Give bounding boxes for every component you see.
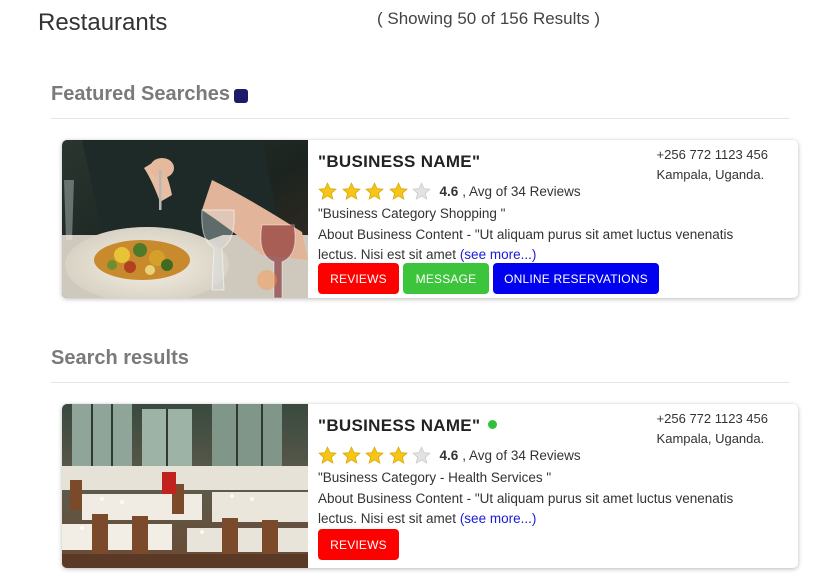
- phone-number: +256 772 1123 456: [656, 411, 768, 426]
- featured-searches-heading: Featured Searches: [51, 83, 248, 106]
- reviews-count-text: , Avg of 34 Reviews: [462, 448, 581, 463]
- card-body: "BUSINESS NAME" +256 772 1123 456 Kampal…: [318, 140, 798, 298]
- business-name[interactable]: "BUSINESS NAME": [318, 152, 480, 172]
- star-empty-icon: [412, 182, 431, 200]
- action-buttons: REVIEWS MESSAGE ONLINE RESERVATIONS: [318, 263, 663, 294]
- divider: [51, 382, 790, 383]
- featured-business-card: "BUSINESS NAME" +256 772 1123 456 Kampal…: [62, 140, 798, 298]
- star-filled-icon: [341, 446, 361, 464]
- message-button[interactable]: MESSAGE: [403, 263, 489, 294]
- star-filled-icon: [388, 182, 408, 200]
- page-title: Restaurants: [38, 9, 168, 36]
- restaurants-page: Restaurants ( Showing 50 of 156 Results …: [0, 0, 813, 580]
- phone-number: +256 772 1123 456: [656, 147, 768, 162]
- business-location: Kampala, Uganda.: [656, 167, 765, 182]
- restaurant-interior-photo[interactable]: [62, 404, 308, 568]
- star-filled-icon: [365, 182, 384, 200]
- online-reservations-button[interactable]: ONLINE RESERVATIONS: [493, 263, 659, 294]
- business-name-text: "BUSINESS NAME": [318, 416, 481, 435]
- business-about: About Business Content - "Ut aliquam pur…: [318, 225, 758, 265]
- contact-info: +256 772 1123 456 Kampala, Uganda.: [657, 145, 768, 185]
- rating-row: 4.6 , Avg of 34 Reviews: [318, 446, 581, 465]
- contact-info: +256 772 1123 456 Kampala, Uganda.: [657, 409, 768, 449]
- card-body: "BUSINESS NAME" +256 772 1123 456 Kampal…: [318, 404, 798, 568]
- star-filled-icon: [318, 446, 337, 464]
- see-more-link[interactable]: (see more...): [460, 511, 537, 526]
- star-rating: [318, 446, 436, 465]
- star-rating: [318, 182, 436, 201]
- food-plate-photo[interactable]: [62, 140, 308, 298]
- business-name[interactable]: "BUSINESS NAME": [318, 416, 498, 436]
- business-about: About Business Content - "Ut aliquam pur…: [318, 489, 758, 529]
- star-filled-icon: [318, 182, 337, 200]
- rating-value: 4.6: [439, 448, 459, 463]
- see-more-link[interactable]: (see more...): [460, 247, 537, 262]
- divider: [51, 118, 790, 119]
- star-filled-icon: [365, 446, 384, 464]
- rating-row: 4.6 , Avg of 34 Reviews: [318, 182, 581, 201]
- results-count: ( Showing 50 of 156 Results ): [377, 9, 601, 28]
- search-result-card: "BUSINESS NAME" +256 772 1123 456 Kampal…: [62, 404, 798, 568]
- business-location: Kampala, Uganda.: [656, 431, 765, 446]
- featured-marker-icon: [233, 89, 248, 103]
- action-buttons: REVIEWS: [318, 529, 403, 560]
- star-empty-icon: [412, 446, 431, 464]
- business-category: "Business Category - Health Services ": [318, 470, 552, 485]
- featured-searches-label: Featured Searches: [51, 83, 230, 105]
- reviews-count-text: , Avg of 34 Reviews: [462, 184, 581, 199]
- search-results-heading: Search results: [51, 347, 189, 369]
- online-status-icon: [488, 420, 498, 429]
- business-category: "Business Category Shopping ": [318, 206, 506, 221]
- reviews-button[interactable]: REVIEWS: [318, 529, 399, 560]
- reviews-button[interactable]: REVIEWS: [318, 263, 399, 294]
- rating-value: 4.6: [439, 184, 459, 199]
- star-filled-icon: [388, 446, 408, 464]
- star-filled-icon: [341, 182, 361, 200]
